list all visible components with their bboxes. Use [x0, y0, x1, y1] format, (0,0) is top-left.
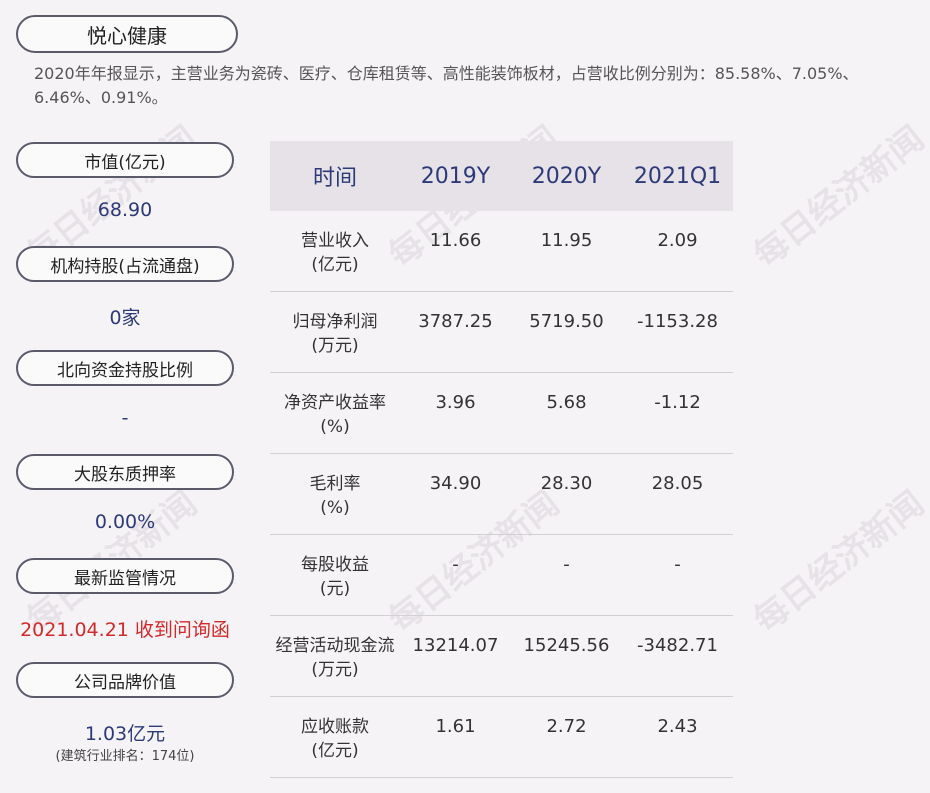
- cell-value: -: [400, 534, 511, 616]
- header-2019y: 2019Y: [400, 141, 511, 211]
- cell-value: 3787.25: [400, 291, 511, 373]
- pledge-ratio-value: 0.00%: [94, 511, 156, 533]
- value-text: -1.12: [654, 392, 701, 413]
- value-text: 11.66: [429, 230, 482, 251]
- value-text: 2.72: [546, 716, 587, 737]
- cell-value: 2.72: [511, 696, 622, 778]
- value-text: -: [563, 554, 570, 575]
- cell-value: 13214.07: [400, 615, 511, 697]
- cell-value: 11.66: [400, 211, 511, 292]
- cell-value: -3482.71: [622, 615, 733, 697]
- cell-value: 2.09: [622, 211, 733, 292]
- metric-unit: (亿元): [311, 741, 359, 761]
- value-text: -: [452, 554, 459, 575]
- northbound-holding-label: 北向资金持股比例: [16, 350, 234, 386]
- business-description: 2020年年报显示，主营业务为瓷砖、医疗、仓库租赁等、高性能装饰板材，占营收比例…: [34, 64, 859, 107]
- metric-name: 经营活动现金流: [275, 636, 395, 656]
- value-text: 5719.50: [529, 311, 604, 332]
- northbound-holding-value: -: [121, 407, 129, 429]
- brand-value-label: 公司品牌价值: [16, 662, 234, 698]
- value-text: -: [674, 554, 681, 575]
- metric-unit: (元): [319, 579, 351, 599]
- cell-value: 1.61: [400, 696, 511, 778]
- regulatory-status-value: 2021.04.21 收到问询函: [20, 619, 230, 641]
- header-2021q1: 2021Q1: [622, 141, 733, 211]
- value-text: 11.95: [540, 230, 593, 251]
- cell-value: 5.68: [511, 372, 622, 454]
- cell-value: 2.43: [622, 696, 733, 778]
- table-header-row: 时间 2019Y 2020Y 2021Q1: [270, 141, 733, 211]
- cell-value: 28.05: [622, 453, 733, 535]
- cell-value: -1153.28: [622, 291, 733, 373]
- table-row: 毛利率 (%) 34.90 28.30 28.05: [270, 453, 733, 535]
- cell-value: 5719.50: [511, 291, 622, 373]
- cell-value: 15245.56: [511, 615, 622, 697]
- value-text: 15245.56: [523, 635, 610, 656]
- value-text: 5.68: [546, 392, 587, 413]
- metric-name: 每股收益: [301, 555, 369, 575]
- row-label: 经营活动现金流 (万元): [270, 615, 400, 697]
- header-time: 时间: [270, 141, 400, 211]
- cell-value: 28.30: [511, 453, 622, 535]
- value-text: -1153.28: [637, 311, 718, 332]
- row-label: 营业收入 (亿元): [270, 211, 400, 292]
- financial-table: 时间 2019Y 2020Y 2021Q1 营业收入 (亿元) 11.66 11.95…: [270, 141, 733, 778]
- value-text: 1.61: [435, 716, 476, 737]
- regulatory-status-label: 最新监管情况: [16, 558, 234, 594]
- brand-value-value: 1.03亿元: [84, 723, 166, 745]
- metric-unit: (%): [320, 417, 350, 437]
- header-2020y: 2020Y: [511, 141, 622, 211]
- row-label: 净资产收益率 (%): [270, 372, 400, 454]
- metric-name: 归母净利润: [292, 312, 378, 332]
- market-cap-label: 市值(亿元): [16, 142, 234, 178]
- market-cap-value: 68.90: [97, 199, 153, 221]
- row-label: 毛利率 (%): [270, 453, 400, 535]
- value-text: 28.05: [651, 473, 704, 494]
- value-text: 2.09: [657, 230, 698, 251]
- cell-value: 34.90: [400, 453, 511, 535]
- row-label: 每股收益 (元): [270, 534, 400, 616]
- value-text: 13214.07: [412, 635, 499, 656]
- table-row: 每股收益 (元) - - -: [270, 534, 733, 616]
- watermark: 每日经济新闻: [746, 483, 930, 641]
- metric-name: 营业收入: [301, 231, 369, 251]
- table-row: 净资产收益率 (%) 3.96 5.68 -1.12: [270, 372, 733, 454]
- watermark: 每日经济新闻: [746, 118, 930, 276]
- cell-value: 3.96: [400, 372, 511, 454]
- metric-unit: (亿元): [311, 255, 359, 275]
- cell-value: -1.12: [622, 372, 733, 454]
- company-title: 悦心健康: [16, 15, 238, 53]
- table-row: 经营活动现金流 (万元) 13214.07 15245.56 -3482.71: [270, 615, 733, 697]
- metric-name: 毛利率: [309, 474, 361, 494]
- table-row: 应收账款 (亿元) 1.61 2.72 2.43: [270, 696, 733, 778]
- row-label: 归母净利润 (万元): [270, 291, 400, 373]
- value-text: 28.30: [540, 473, 593, 494]
- pledge-ratio-label: 大股东质押率: [16, 454, 234, 490]
- metric-name: 应收账款: [301, 717, 369, 737]
- table-row: 营业收入 (亿元) 11.66 11.95 2.09: [270, 211, 733, 292]
- institutional-holding-label: 机构持股(占流通盘): [16, 246, 234, 282]
- cell-value: 11.95: [511, 211, 622, 292]
- value-text: 3787.25: [418, 311, 493, 332]
- metric-unit: (万元): [311, 336, 359, 356]
- metric-unit: (%): [320, 498, 350, 518]
- metric-unit: (万元): [311, 660, 359, 680]
- table-row: 归母净利润 (万元) 3787.25 5719.50 -1153.28: [270, 291, 733, 373]
- value-text: 3.96: [435, 392, 476, 413]
- brand-rank-note: (建筑行业排名：174位): [55, 749, 195, 764]
- institutional-holding-value: 0家: [109, 307, 141, 329]
- value-text: 2.43: [657, 716, 698, 737]
- row-label: 应收账款 (亿元): [270, 696, 400, 778]
- value-text: -3482.71: [637, 635, 718, 656]
- cell-value: -: [511, 534, 622, 616]
- metric-name: 净资产收益率: [284, 393, 386, 413]
- value-text: 34.90: [429, 473, 482, 494]
- cell-value: -: [622, 534, 733, 616]
